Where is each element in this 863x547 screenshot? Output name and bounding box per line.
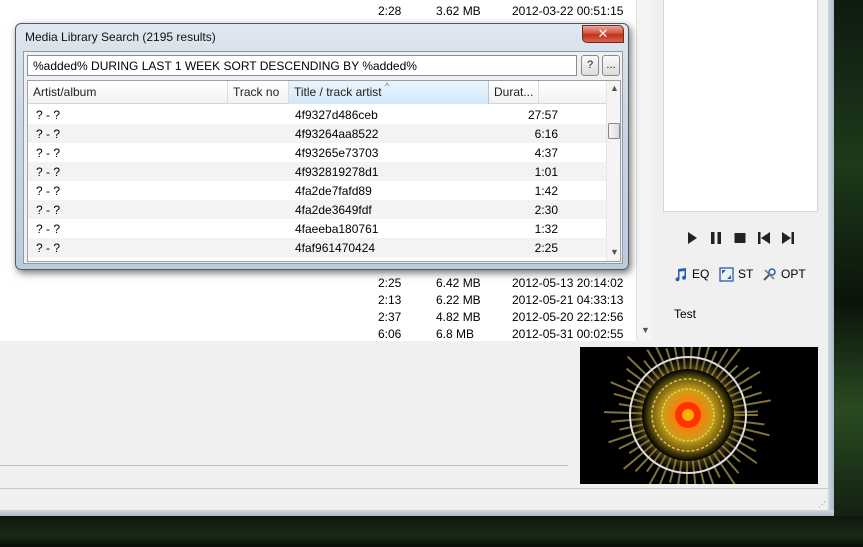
result-title: 4fa2de7fafd89 — [295, 184, 372, 198]
result-artist: ? - ? — [36, 203, 61, 217]
close-button[interactable]: ✕ — [582, 25, 624, 43]
result-row[interactable]: ? - ? 4faeeba180761 1:32 — [28, 219, 606, 238]
test-label: Test — [674, 307, 697, 321]
result-row[interactable]: ? - ? 4f9327d486ceb 27:57 — [28, 105, 606, 124]
query-options-button[interactable]: ... — [602, 55, 620, 76]
eq-button[interactable]: EQ — [673, 265, 709, 283]
playlist-row[interactable]: 2:13 6.22 MB 2012-05-21 04:33:13 — [0, 292, 640, 309]
sort-ascending-icon: ^ — [385, 81, 390, 91]
result-row[interactable]: ? - ? 4f932819278d1 1:01 — [28, 162, 606, 181]
result-artist: ? - ? — [36, 184, 61, 198]
result-artist: ? - ? — [36, 108, 61, 122]
previous-icon[interactable] — [755, 229, 773, 247]
result-title: 4fa2de3649fdf — [295, 203, 372, 217]
playlist-size: 6.22 MB — [436, 293, 481, 307]
stop-icon[interactable] — [731, 229, 749, 247]
status-bar-divider — [0, 488, 828, 489]
result-title: 4f93264aa8522 — [295, 127, 379, 141]
playlist-row[interactable]: 2:37 4.82 MB 2012-05-20 22:12:56 — [0, 309, 640, 326]
playlist-duration: 6:06 — [378, 327, 402, 341]
column-duration[interactable]: Durat... — [489, 81, 539, 104]
dialog-body: ? ... Artist/album Track no Title / trac… — [23, 51, 623, 264]
playlist-duration: 2:28 — [378, 4, 402, 18]
result-duration: 1:32 — [534, 222, 558, 236]
transport-controls — [683, 229, 803, 247]
next-icon[interactable] — [779, 229, 797, 247]
desktop-taskbar-area — [0, 516, 863, 547]
result-duration: 1:01 — [534, 165, 558, 179]
result-row[interactable]: ? - ? 4f93265e73703 4:37 — [28, 143, 606, 162]
column-track-no[interactable]: Track no — [228, 81, 289, 104]
result-row[interactable]: ? - ? 4fa2de7fafd89 1:42 — [28, 181, 606, 200]
window-frame-right — [828, 0, 834, 516]
result-row[interactable]: ? - ? 4faf961470424 2:25 — [28, 238, 606, 257]
album-art-area — [663, 0, 818, 212]
music-note-icon — [675, 267, 687, 281]
playlist-size: 3.62 MB — [436, 4, 481, 18]
result-artist: ? - ? — [36, 165, 61, 179]
result-duration: 2:25 — [534, 241, 558, 255]
result-title: 4f932819278d1 — [295, 165, 379, 179]
st-button[interactable]: ST — [719, 265, 753, 283]
result-artist: ? - ? — [36, 241, 61, 255]
playlist-size: 6.8 MB — [436, 327, 475, 341]
result-duration: 6:16 — [534, 127, 558, 141]
column-artist-album[interactable]: Artist/album — [28, 81, 228, 104]
result-duration: 27:57 — [527, 108, 558, 122]
result-duration: 4:37 — [534, 146, 558, 160]
results-scrollbar[interactable]: ▲ ▼ — [606, 81, 620, 261]
tools-icon — [763, 267, 776, 281]
result-duration: 1:42 — [534, 184, 558, 198]
result-title: 4f93265e73703 — [295, 146, 379, 160]
column-title-label: Title / track artist — [294, 85, 382, 99]
playlist-duration: 2:37 — [378, 310, 402, 324]
query-help-button[interactable]: ? — [581, 55, 599, 76]
playlist-date: 2012-03-22 00:51:15 — [512, 4, 624, 18]
playlist-row[interactable]: 2:28 3.62 MB 2012-03-22 00:51:15 — [0, 3, 640, 20]
results-header: Artist/album Track no Title / track arti… — [28, 81, 606, 104]
results-list[interactable]: Artist/album Track no Title / track arti… — [27, 80, 621, 262]
opt-label: OPT — [781, 267, 806, 281]
scroll-down-icon[interactable]: ▼ — [641, 325, 650, 335]
media-library-search-dialog: Media Library Search (2195 results) ✕ ? … — [15, 23, 629, 270]
result-title: 4faeeba180761 — [295, 222, 379, 236]
st-label: ST — [738, 267, 754, 281]
playlist-size: 4.82 MB — [436, 310, 481, 324]
play-icon[interactable] — [683, 229, 701, 247]
result-artist: ? - ? — [36, 222, 61, 236]
pause-icon[interactable] — [707, 229, 725, 247]
result-title: 4faf961470424 — [295, 241, 376, 255]
eq-label: EQ — [692, 267, 710, 281]
search-query-input[interactable] — [27, 55, 577, 76]
result-row[interactable]: ? - ? 4fa2de3649fdf 2:30 — [28, 200, 606, 219]
opt-button[interactable]: OPT — [762, 265, 806, 283]
result-title: 4f9327d486ceb — [295, 108, 378, 122]
playlist-row[interactable]: 2:25 6.42 MB 2012-05-13 20:14:02 — [0, 275, 640, 292]
dialog-title: Media Library Search (2195 results) — [25, 30, 216, 44]
playlist-scrollbar[interactable]: ▼ — [636, 0, 652, 341]
scroll-down-icon[interactable]: ▼ — [610, 247, 619, 257]
window-frame-bottom — [0, 510, 834, 516]
playlist-size: 6.42 MB — [436, 276, 481, 290]
result-row[interactable]: ? - ? 4f93264aa8522 6:16 — [28, 124, 606, 143]
expand-icon — [719, 266, 734, 282]
playlist-duration: 2:13 — [378, 293, 402, 307]
scroll-up-icon[interactable]: ▲ — [610, 83, 619, 93]
lower-panel — [0, 341, 575, 511]
playlist-date: 2012-05-31 00:02:55 — [512, 327, 624, 341]
column-title-track-artist[interactable]: Title / track artist ^ — [289, 81, 489, 104]
playlist-date: 2012-05-21 04:33:13 — [512, 293, 624, 307]
visualizer-display[interactable] — [580, 347, 818, 484]
result-duration: 2:30 — [534, 203, 558, 217]
splitter[interactable] — [0, 465, 568, 466]
scrollbar-thumb[interactable] — [608, 123, 620, 139]
result-artist: ? - ? — [36, 127, 61, 141]
playlist-date: 2012-05-13 20:14:02 — [512, 276, 624, 290]
playlist-date: 2012-05-20 22:12:56 — [512, 310, 624, 324]
playlist-duration: 2:25 — [378, 276, 402, 290]
resize-grip-icon[interactable]: ⋰ — [818, 500, 826, 509]
result-artist: ? - ? — [36, 146, 61, 160]
